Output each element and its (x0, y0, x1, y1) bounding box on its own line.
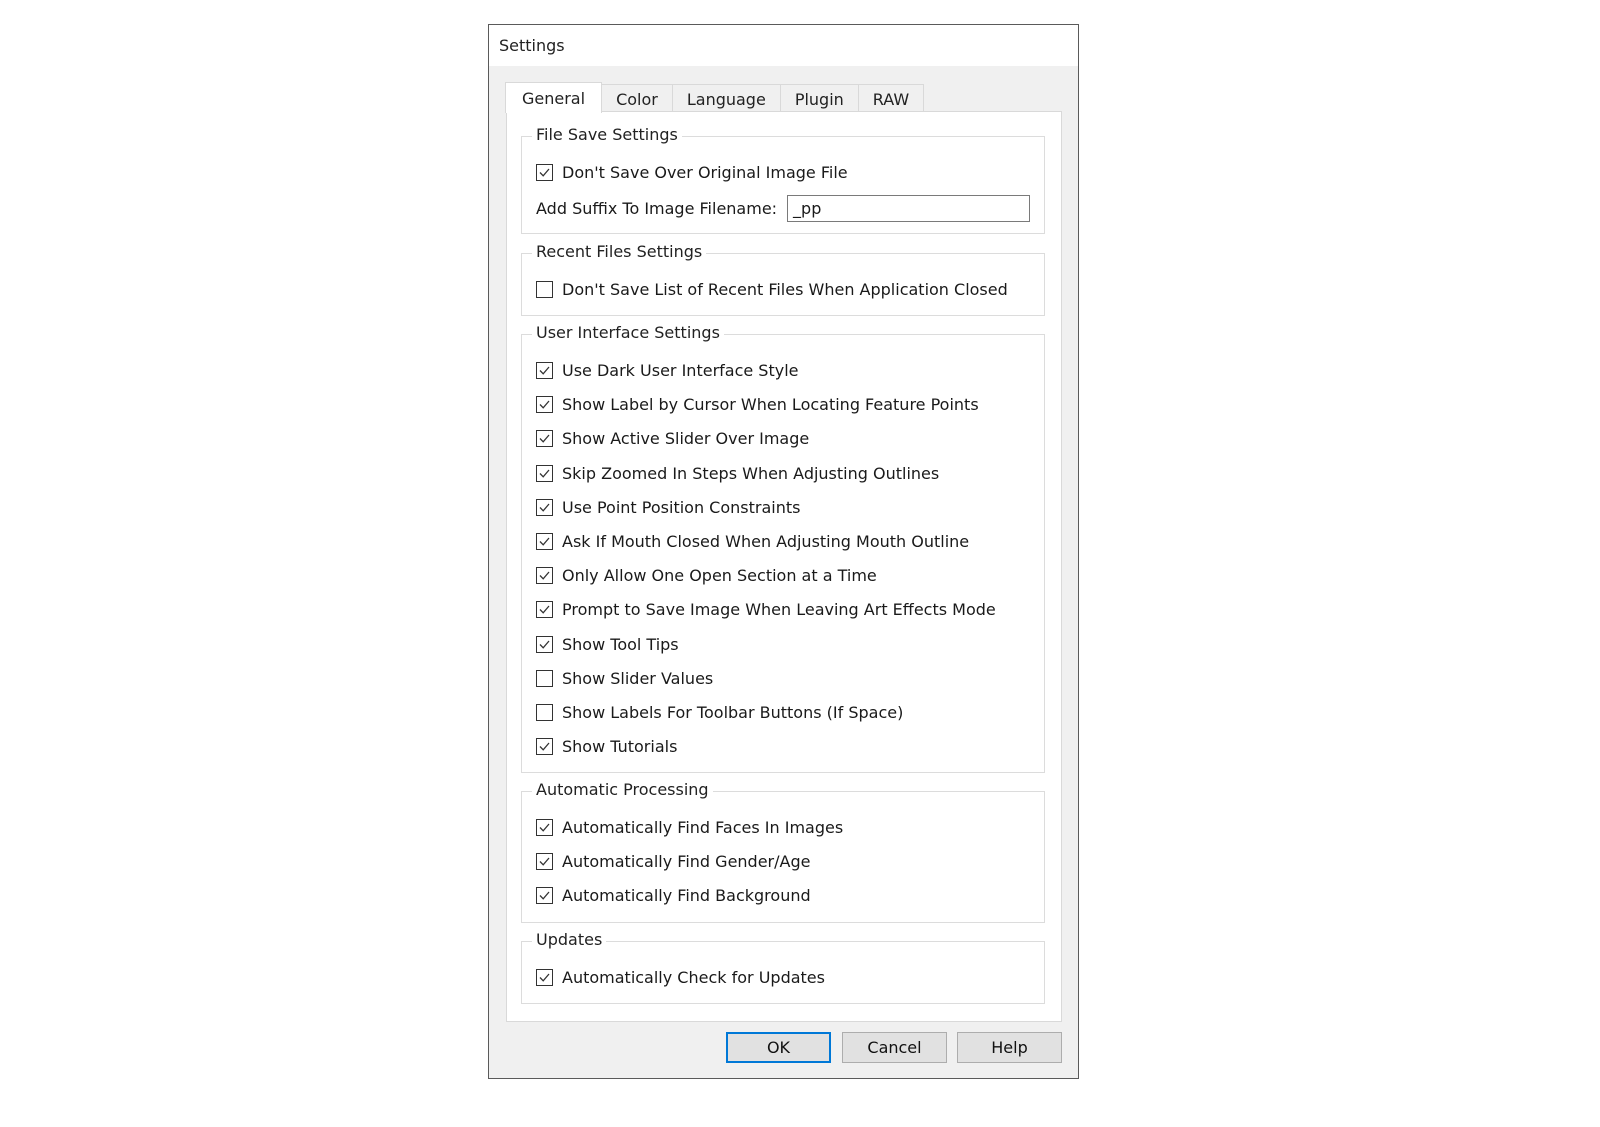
checkbox-checked-icon[interactable] (536, 853, 553, 870)
checkbox-unchecked-icon[interactable] (536, 704, 553, 721)
suffix-label: Add Suffix To Image Filename: (536, 199, 778, 218)
checkbox-dont-save-over-original[interactable]: Don't Save Over Original Image File (536, 163, 848, 182)
checkbox-label: Don't Save Over Original Image File (562, 163, 848, 182)
cancel-button[interactable]: Cancel (842, 1032, 947, 1063)
checkbox-label: Don't Save List of Recent Files When App… (562, 280, 1008, 299)
checkbox-checked-icon[interactable] (536, 738, 553, 756)
group-updates: Updates Automatically Check for Updates (521, 930, 1045, 1004)
checkbox-unchecked-icon[interactable] (536, 281, 553, 298)
ok-button[interactable]: OK (726, 1032, 831, 1063)
checkbox-label: Ask If Mouth Closed When Adjusting Mouth… (562, 532, 970, 551)
checkbox-label: Automatically Find Gender/Age (562, 852, 811, 871)
checkbox-label: Automatically Find Background (562, 886, 811, 905)
tab-general[interactable]: General (505, 82, 603, 113)
tab-color[interactable]: Color (601, 84, 673, 113)
checkbox-automatically-find-faces-in-images[interactable]: Automatically Find Faces In Images (536, 818, 843, 837)
checkbox-unchecked-icon[interactable] (536, 669, 553, 687)
checkbox-show-slider-values[interactable]: Show Slider Values (536, 669, 713, 688)
checkbox-prompt-to-save-image-when-leaving-art-effects-mode[interactable]: Prompt to Save Image When Leaving Art Ef… (536, 600, 996, 619)
checkbox-label: Show Active Slider Over Image (562, 429, 810, 449)
suffix-input[interactable]: _pp (787, 195, 1031, 222)
checkbox-label: Use Point Position Constraints (562, 497, 801, 517)
checkbox-label: Only Allow One Open Section at a Time (562, 566, 877, 586)
checkbox-label: Use Dark User Interface Style (562, 361, 799, 380)
group-file-save: File Save Settings Don't Save Over Origi… (521, 125, 1045, 234)
checkbox-automatically-find-gender-age[interactable]: Automatically Find Gender/Age (536, 852, 810, 871)
checkbox-checked-icon[interactable] (536, 567, 553, 585)
checkbox-show-tool-tips[interactable]: Show Tool Tips (536, 635, 679, 654)
help-button[interactable]: Help (957, 1032, 1062, 1063)
checkbox-dont-save-recent-list[interactable]: Don't Save List of Recent Files When App… (536, 280, 1008, 299)
group-title: Automatic Processing (532, 780, 713, 799)
checkbox-label: Show Label by Cursor When Locating Featu… (562, 395, 979, 415)
dialog-title: Settings (499, 36, 565, 55)
checkbox-checked-icon[interactable] (536, 164, 553, 181)
suffix-row: Add Suffix To Image Filename: _pp (536, 195, 1031, 222)
checkbox-use-point-position-constraints[interactable]: Use Point Position Constraints (536, 498, 800, 517)
checkbox-use-dark-user-interface-style[interactable]: Use Dark User Interface Style (536, 361, 799, 380)
checkbox-only-allow-one-open-section-at-a-time[interactable]: Only Allow One Open Section at a Time (536, 566, 877, 585)
checkbox-show-active-slider-over-image[interactable]: Show Active Slider Over Image (536, 429, 809, 448)
group-automatic-processing: Automatic Processing Automatically Find … (521, 780, 1045, 923)
checkbox-checked-icon[interactable] (536, 396, 553, 414)
checkbox-checked-icon[interactable] (536, 635, 553, 653)
checkbox-skip-zoomed-in-steps-when-adjusting-outlines[interactable]: Skip Zoomed In Steps When Adjusting Outl… (536, 464, 939, 483)
group-title: User Interface Settings (532, 323, 724, 342)
checkbox-checked-icon[interactable] (536, 533, 553, 550)
checkbox-automatically-find-background[interactable]: Automatically Find Background (536, 886, 811, 905)
settings-dialog: Settings General Color Language Plugin R… (488, 24, 1079, 1079)
suffix-value: _pp (793, 199, 822, 218)
checkbox-show-tutorials[interactable]: Show Tutorials (536, 737, 677, 756)
checkbox-checked-icon[interactable] (536, 887, 553, 904)
checkbox-label: Show Slider Values (562, 668, 714, 688)
checkbox-label: Show Labels For Toolbar Buttons (If Spac… (562, 703, 904, 722)
checkbox-show-labels-for-toolbar-buttons-if-space[interactable]: Show Labels For Toolbar Buttons (If Spac… (536, 703, 903, 722)
checkbox-checked-icon[interactable] (536, 601, 553, 619)
checkbox-checked-icon[interactable] (536, 464, 553, 482)
checkbox-checked-icon[interactable] (536, 430, 553, 448)
checkbox-label: Skip Zoomed In Steps When Adjusting Outl… (562, 463, 940, 483)
group-title: Recent Files Settings (532, 242, 707, 261)
checkbox-automatically-check-for-updates[interactable]: Automatically Check for Updates (536, 968, 825, 987)
tab-plugin[interactable]: Plugin (779, 84, 859, 113)
tab-language[interactable]: Language (671, 84, 781, 113)
title-bar: Settings (489, 25, 1078, 66)
checkbox-label: Show Tutorials (562, 737, 678, 757)
group-title: Updates (532, 930, 607, 949)
tab-bar: General Color Language Plugin RAW (505, 82, 925, 113)
checkbox-checked-icon[interactable] (536, 362, 553, 379)
checkbox-label: Prompt to Save Image When Leaving Art Ef… (562, 600, 996, 620)
checkbox-checked-icon[interactable] (536, 819, 553, 836)
checkbox-show-label-by-cursor-when-locating-feature-points[interactable]: Show Label by Cursor When Locating Featu… (536, 395, 979, 414)
checkbox-label: Automatically Check for Updates (562, 968, 825, 987)
checkbox-label: Show Tool Tips (562, 634, 679, 654)
general-panel: File Save Settings Don't Save Over Origi… (506, 111, 1062, 1022)
group-user-interface: User Interface Settings Use Dark User In… (521, 323, 1045, 773)
tab-raw[interactable]: RAW (857, 84, 925, 113)
checkbox-label: Automatically Find Faces In Images (562, 818, 844, 837)
checkbox-checked-icon[interactable] (536, 498, 553, 516)
group-recent-files: Recent Files Settings Don't Save List of… (521, 242, 1045, 316)
checkbox-checked-icon[interactable] (536, 969, 553, 986)
checkbox-ask-if-mouth-closed-when-adjusting-mouth-outline[interactable]: Ask If Mouth Closed When Adjusting Mouth… (536, 532, 969, 551)
group-title: File Save Settings (532, 125, 682, 144)
